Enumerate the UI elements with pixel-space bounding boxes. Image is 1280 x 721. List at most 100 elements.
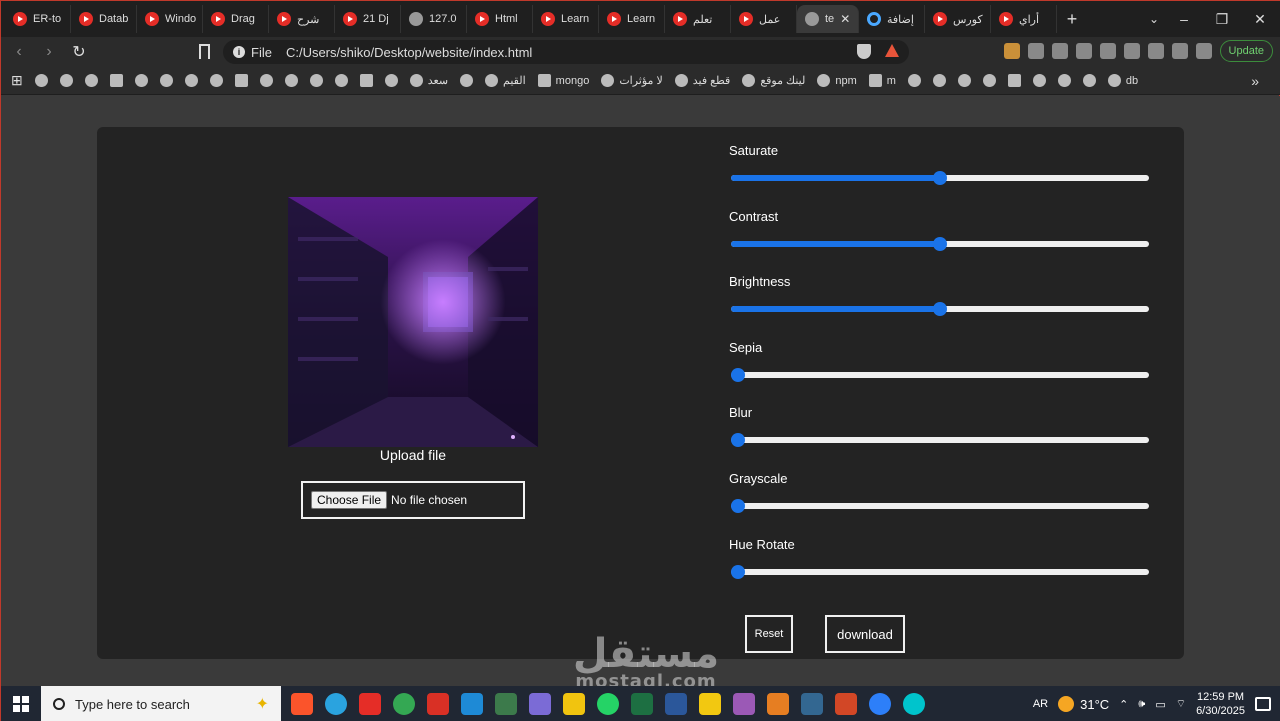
powerbi-icon[interactable] — [699, 693, 721, 715]
bookmark-item[interactable]: mongo — [537, 74, 589, 87]
copilot-sparkle-icon[interactable]: ✦ — [256, 694, 269, 714]
browser-tab[interactable]: te ✕ — [797, 5, 859, 33]
brave-rewards-icon[interactable] — [885, 44, 899, 57]
powerpoint-icon[interactable] — [835, 693, 857, 715]
notifications-icon[interactable] — [1255, 697, 1271, 711]
bookmark-item[interactable]: db — [1107, 74, 1138, 87]
wallet-icon[interactable] — [1147, 43, 1164, 59]
address-url[interactable]: C:/Users/shiko/Desktop/website/index.htm… — [286, 45, 532, 60]
clock[interactable]: 12:59 PM 6/30/2025 — [1196, 690, 1245, 718]
address-bar[interactable]: i File C:/Users/shiko/Desktop/website/in… — [223, 40, 909, 64]
browser-tab[interactable]: Html — [467, 5, 533, 33]
slider-thumb[interactable] — [933, 302, 947, 317]
bookmark-item[interactable] — [1057, 74, 1071, 87]
extensions-puzzle-icon[interactable] — [1051, 43, 1068, 59]
slider-thumb[interactable] — [731, 433, 745, 448]
whatsapp-icon[interactable] — [597, 693, 619, 715]
browser-tab[interactable]: إضافة — [859, 5, 925, 33]
bookmark-item[interactable] — [957, 74, 971, 87]
weather-widget[interactable]: 31°C — [1058, 696, 1109, 712]
bookmark-item[interactable]: لينك موقع — [742, 74, 805, 87]
download-button[interactable]: download — [825, 615, 905, 653]
battery-icon[interactable]: ▭ — [1155, 698, 1165, 711]
brave-shield-icon[interactable] — [857, 44, 871, 59]
canva-icon[interactable] — [903, 693, 925, 715]
new-tab-button[interactable]: + — [1057, 9, 1087, 30]
bookmark-item[interactable] — [932, 74, 946, 87]
bookmark-item[interactable] — [184, 74, 198, 87]
close-window-icon[interactable]: ✕ — [1241, 11, 1279, 28]
extension-pencil-icon[interactable] — [1003, 43, 1020, 59]
filter-slider[interactable] — [731, 564, 1149, 579]
file-input[interactable]: Choose File No file chosen — [301, 481, 525, 519]
reset-button[interactable]: Reset — [745, 615, 793, 653]
filter-slider[interactable] — [731, 367, 1149, 382]
bookmark-item[interactable] — [209, 74, 223, 87]
brave-icon[interactable] — [291, 693, 313, 715]
maximize-icon[interactable]: ❐ — [1203, 11, 1241, 28]
bookmark-item[interactable] — [1032, 74, 1046, 87]
vpn-icon[interactable] — [1195, 43, 1212, 59]
git-icon[interactable] — [529, 693, 551, 715]
slider-thumb[interactable] — [731, 367, 745, 382]
bookmark-item[interactable] — [309, 74, 323, 87]
browser-tab[interactable]: كورس — [925, 5, 991, 33]
filter-slider[interactable] — [731, 236, 1149, 251]
bookmark-item[interactable]: قطع فيد — [674, 74, 730, 87]
bookmark-item[interactable]: القيم — [485, 74, 526, 87]
chrome-icon[interactable] — [393, 693, 415, 715]
browser-tab[interactable]: Learn — [599, 5, 665, 33]
slider-thumb[interactable] — [731, 498, 745, 513]
bookmarks-overflow-icon[interactable]: » — [1251, 73, 1259, 89]
bookmark-item[interactable] — [359, 74, 373, 87]
vscode-icon[interactable] — [461, 693, 483, 715]
extension-glasses-icon[interactable] — [1027, 43, 1044, 59]
leo-ai-icon[interactable] — [1171, 43, 1188, 59]
bookmark-item[interactable] — [59, 74, 73, 87]
paint-icon[interactable] — [733, 693, 755, 715]
wifi-icon[interactable]: ⌔ — [1176, 697, 1186, 711]
taskbar-search[interactable]: Type here to search ✦ — [41, 686, 281, 721]
back-icon[interactable]: ‹ — [7, 43, 31, 61]
bookmark-item[interactable] — [982, 74, 996, 87]
browser-tab[interactable]: شرح — [269, 5, 335, 33]
language-indicator[interactable]: AR — [1033, 698, 1048, 710]
youtube-icon[interactable] — [359, 693, 381, 715]
slider-thumb[interactable] — [731, 564, 745, 579]
sidebar-icon[interactable] — [1123, 43, 1140, 59]
filter-slider[interactable] — [731, 302, 1149, 317]
filter-slider[interactable] — [731, 498, 1149, 513]
close-tab-icon[interactable]: ✕ — [840, 12, 850, 26]
bookmark-item[interactable] — [1007, 74, 1021, 87]
excel-icon[interactable] — [631, 693, 653, 715]
bookmark-item[interactable]: سعد — [409, 74, 448, 87]
browser-tab[interactable]: أراي — [991, 5, 1057, 33]
app-store-icon[interactable] — [869, 693, 891, 715]
volume-icon[interactable]: 🕪 — [1138, 698, 1145, 711]
telegram-icon[interactable] — [325, 693, 347, 715]
file-explorer-icon[interactable] — [563, 693, 585, 715]
reload-icon[interactable]: ↻ — [67, 42, 91, 62]
bookmark-item[interactable] — [134, 74, 148, 87]
tray-chevron-icon[interactable]: ⌃ — [1119, 698, 1128, 711]
bookmark-item[interactable] — [1082, 74, 1096, 87]
bookmark-item[interactable] — [284, 74, 298, 87]
browser-tab[interactable]: 21 Dj — [335, 5, 401, 33]
bookmark-item[interactable]: npm — [817, 74, 857, 87]
bookmark-item[interactable] — [159, 74, 173, 87]
bookmark-item[interactable] — [907, 74, 921, 87]
bookmark-item[interactable] — [34, 74, 48, 87]
acrobat-icon[interactable] — [427, 693, 449, 715]
bookmark-item[interactable] — [234, 74, 248, 87]
start-button[interactable] — [1, 696, 41, 712]
xampp-icon[interactable] — [767, 693, 789, 715]
filter-slider[interactable] — [731, 171, 1149, 185]
slider-thumb[interactable] — [933, 236, 947, 251]
postgres-icon[interactable] — [801, 693, 823, 715]
browser-tab[interactable]: تعلم — [665, 5, 731, 33]
bookmark-item[interactable] — [460, 74, 474, 87]
browser-tab[interactable]: Windo — [137, 5, 203, 33]
filter-slider[interactable] — [731, 433, 1149, 448]
pycharm-icon[interactable] — [495, 693, 517, 715]
minimize-icon[interactable]: – — [1165, 11, 1203, 27]
